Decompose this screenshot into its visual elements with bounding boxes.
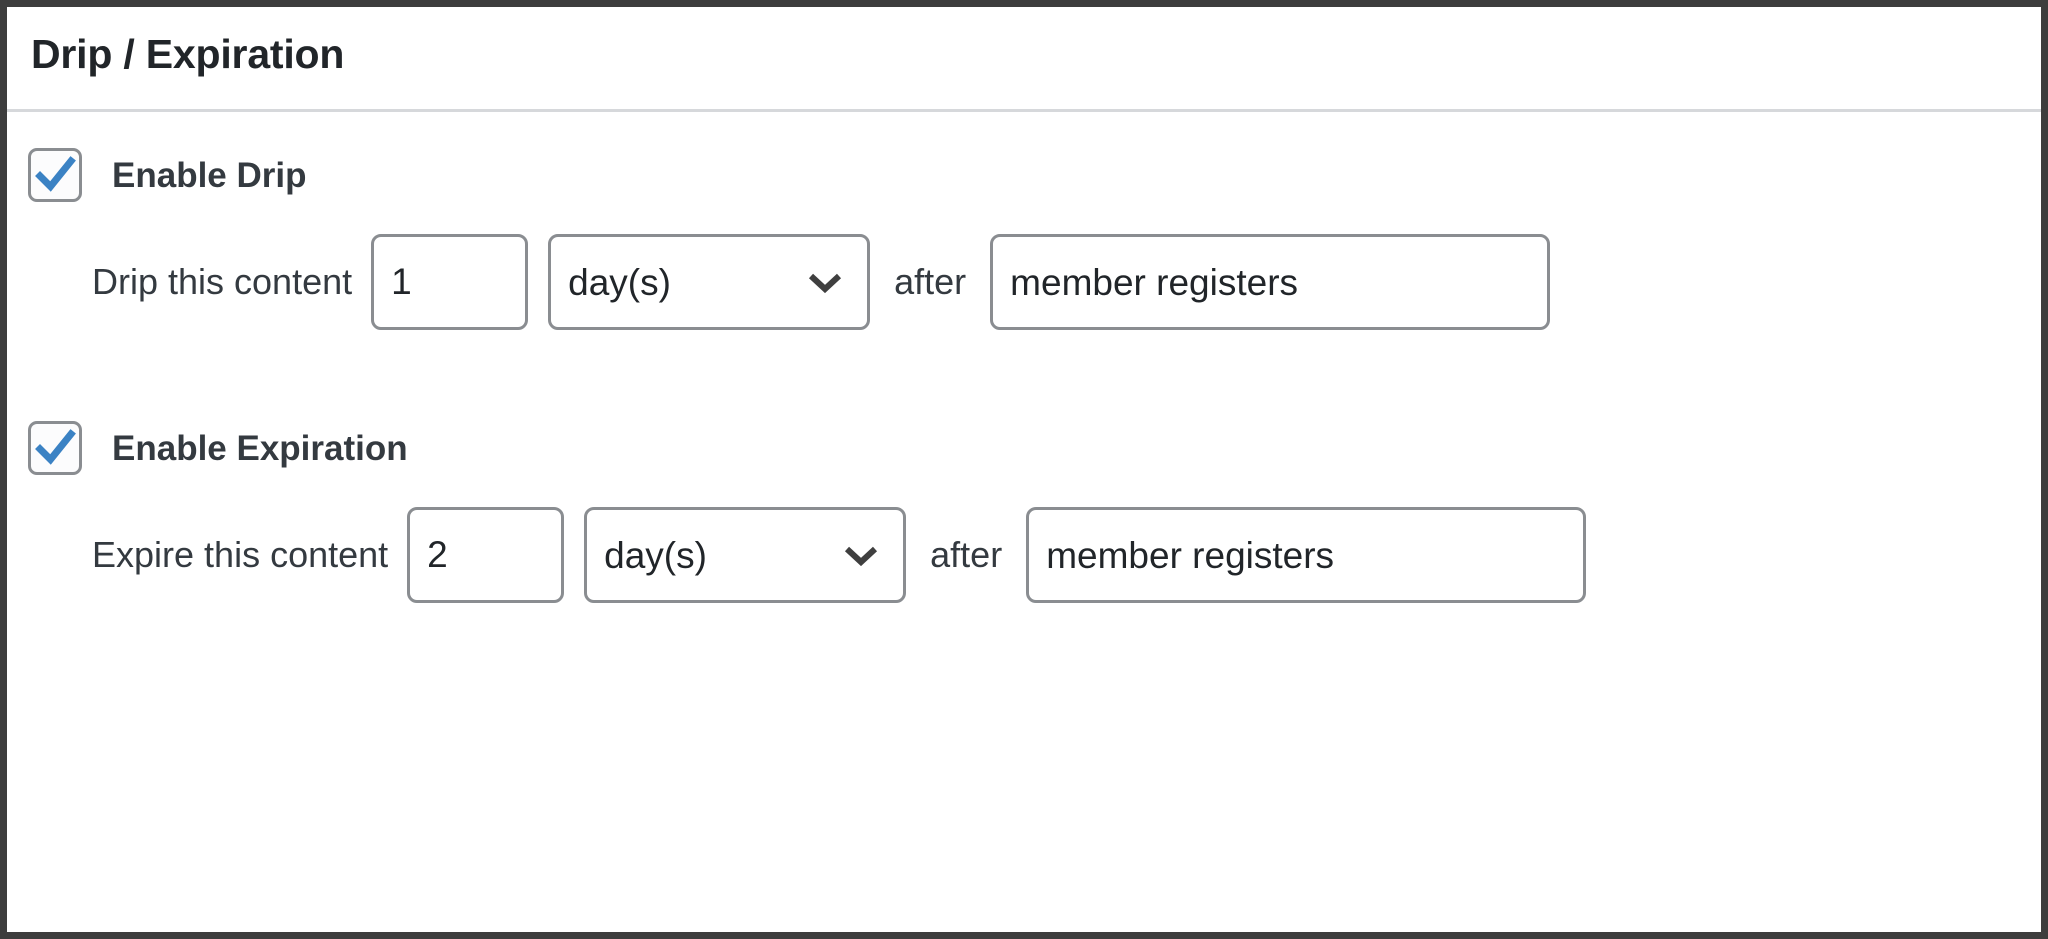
panel-header: Drip / Expiration <box>7 7 2041 112</box>
enable-expiration-label: Enable Expiration <box>112 428 408 468</box>
expiration-settings-row: Expire this content day(s) after member … <box>92 505 1587 605</box>
checkmark-icon <box>35 156 76 192</box>
drip-amount-input[interactable] <box>371 234 529 330</box>
enable-drip-checkbox-row[interactable]: Enable Drip <box>28 147 306 203</box>
page-title: Drip / Expiration <box>31 31 345 77</box>
expiration-amount-input[interactable] <box>407 507 565 603</box>
drip-event-value: member registers <box>1010 261 1299 303</box>
expiration-unit-value: day(s) <box>604 534 707 576</box>
chevron-down-icon <box>809 273 842 294</box>
checkmark-icon <box>35 429 76 465</box>
drip-unit-value: day(s) <box>568 261 671 303</box>
expiration-after-text: after <box>930 534 1003 575</box>
expiration-event-select[interactable]: member registers <box>1026 507 1587 603</box>
drip-lead-text: Drip this content <box>92 261 353 302</box>
enable-drip-label: Enable Drip <box>112 155 307 195</box>
expiration-lead-text: Expire this content <box>92 534 389 575</box>
enable-drip-checkbox[interactable] <box>28 148 82 202</box>
expiration-event-value: member registers <box>1046 534 1335 576</box>
expiration-unit-select[interactable]: day(s) <box>584 507 907 603</box>
drip-settings-row: Drip this content day(s) after member re… <box>92 232 1551 332</box>
drip-after-text: after <box>894 261 967 302</box>
enable-expiration-checkbox[interactable] <box>28 421 82 475</box>
drip-expiration-panel: Drip / Expiration Enable Drip Drip this … <box>0 0 2048 939</box>
panel-inner: Drip / Expiration Enable Drip Drip this … <box>7 7 2041 932</box>
panel-body: Enable Drip Drip this content day(s) aft… <box>7 112 2041 932</box>
drip-event-select[interactable]: member registers <box>990 234 1551 330</box>
drip-unit-select[interactable]: day(s) <box>548 234 871 330</box>
enable-expiration-checkbox-row[interactable]: Enable Expiration <box>28 420 408 476</box>
chevron-down-icon <box>845 546 878 567</box>
